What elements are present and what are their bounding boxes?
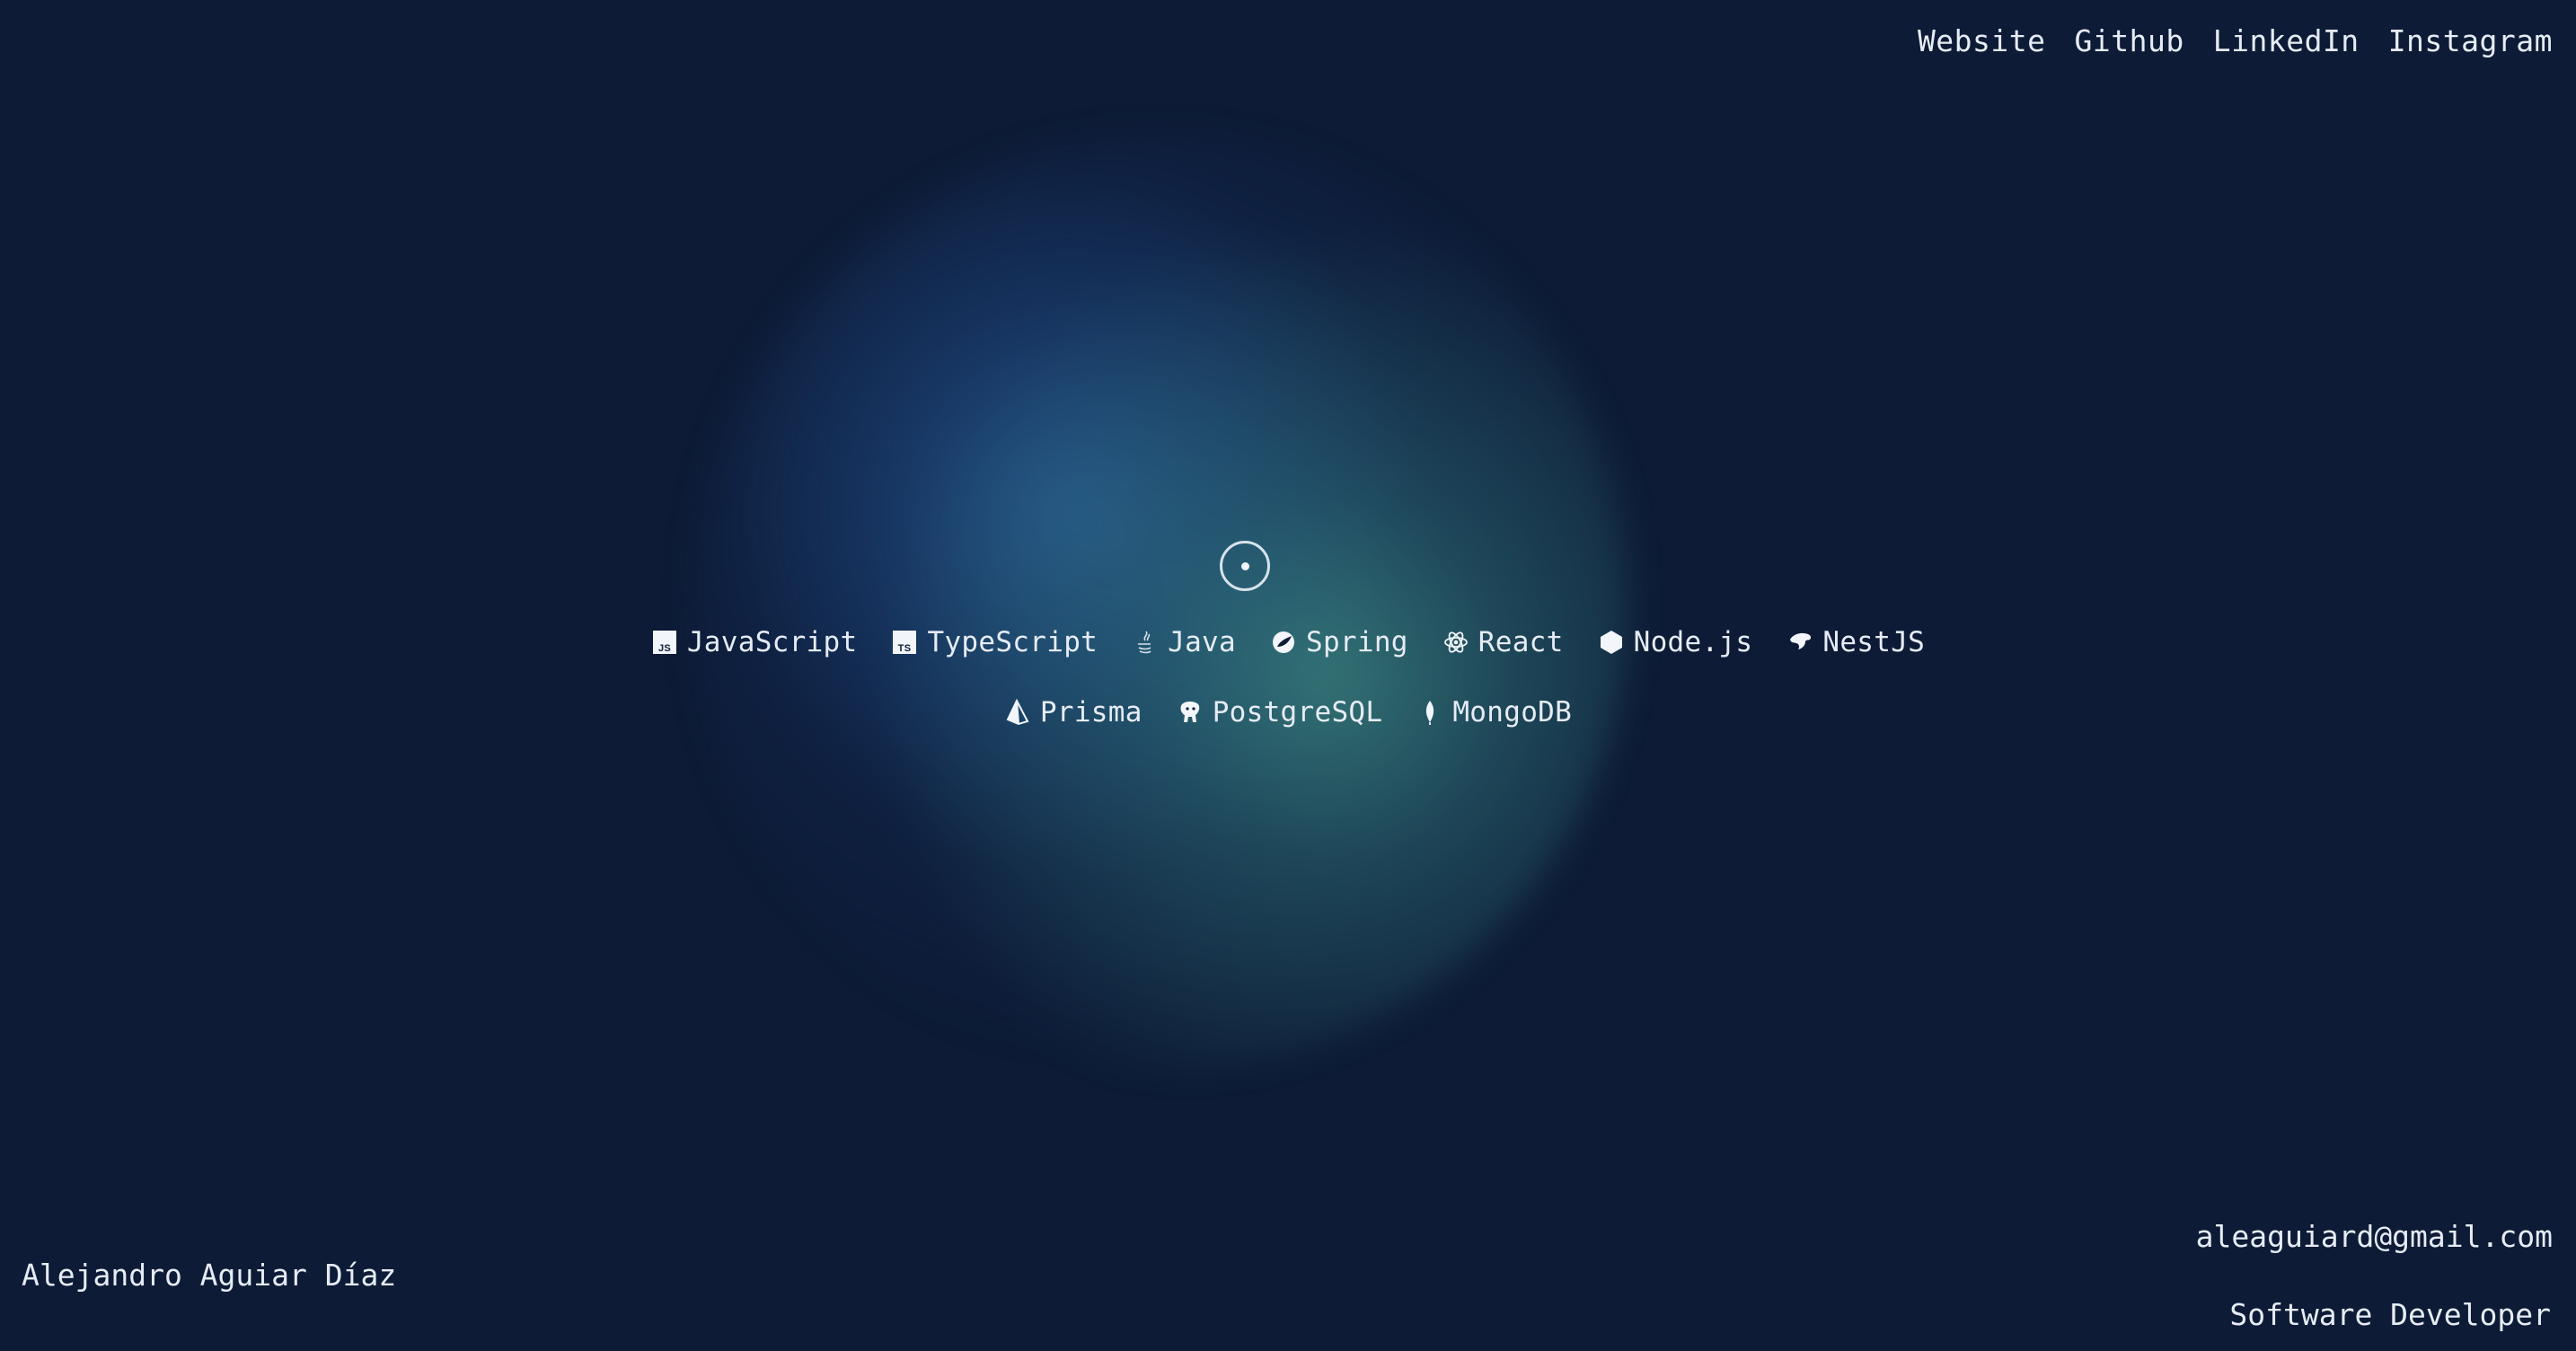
skill-label: TypeScript xyxy=(927,626,1098,658)
top-nav: Website Github LinkedIn Instagram xyxy=(1918,23,2553,58)
skill-nestjs: NestJS xyxy=(1786,626,1925,658)
skill-label: React xyxy=(1478,626,1564,658)
skill-label: JavaScript xyxy=(686,626,858,658)
nav-link-instagram[interactable]: Instagram xyxy=(2388,23,2553,58)
skill-label: Java xyxy=(1168,626,1236,658)
skill-typescript: TS TypeScript xyxy=(891,626,1098,658)
nodejs-icon xyxy=(1600,631,1622,654)
page: Website Github LinkedIn Instagram JS Jav… xyxy=(0,0,2576,1351)
skill-label: Prisma xyxy=(1039,696,1142,728)
skill-postgresql: PostgreSQL xyxy=(1177,696,1383,728)
cursor-dot xyxy=(1240,561,1249,570)
typescript-icon: TS xyxy=(893,631,917,654)
skill-label: Spring xyxy=(1305,626,1408,658)
java-icon xyxy=(1138,631,1151,654)
cursor-ring xyxy=(1220,541,1270,591)
background-glow xyxy=(695,137,1629,1071)
skill-prisma: Prisma xyxy=(1004,696,1142,728)
skill-spring: Spring xyxy=(1270,626,1408,658)
skill-java: Java xyxy=(1132,626,1236,658)
skill-label: NestJS xyxy=(1822,626,1926,658)
nav-link-linkedin[interactable]: LinkedIn xyxy=(2213,23,2360,58)
nav-link-website[interactable]: Website xyxy=(1918,23,2046,58)
spring-icon xyxy=(1272,631,1294,653)
prisma-icon xyxy=(1006,699,1029,726)
skill-label: MongoDB xyxy=(1452,696,1573,728)
skill-react: React xyxy=(1442,626,1564,658)
skills-row-1: JS JavaScript TS TypeScript Java Spring xyxy=(0,626,2576,658)
react-icon xyxy=(1443,631,1468,653)
footer-role: Software Developer xyxy=(2229,1297,2551,1332)
footer-email[interactable]: aleaguiard@gmail.com xyxy=(2196,1219,2553,1254)
mongodb-icon xyxy=(1426,701,1434,725)
svg-text:TS: TS xyxy=(898,643,912,654)
javascript-icon: JS xyxy=(652,631,676,654)
nav-link-github[interactable]: Github xyxy=(2075,23,2184,58)
postgresql-icon xyxy=(1180,702,1199,722)
skill-javascript: JS JavaScript xyxy=(651,626,858,658)
nestjs-icon xyxy=(1790,632,1812,649)
skill-label: Node.js xyxy=(1633,626,1753,658)
skills-row-2: Prisma PostgreSQL MongoDB xyxy=(0,696,2576,728)
footer-name: Alejandro Aguiar Díaz xyxy=(22,1258,397,1293)
skill-mongodb: MongoDB xyxy=(1416,696,1572,728)
skill-nodejs: Node.js xyxy=(1598,626,1753,658)
svg-text:JS: JS xyxy=(658,643,671,654)
skill-label: PostgreSQL xyxy=(1212,696,1383,728)
